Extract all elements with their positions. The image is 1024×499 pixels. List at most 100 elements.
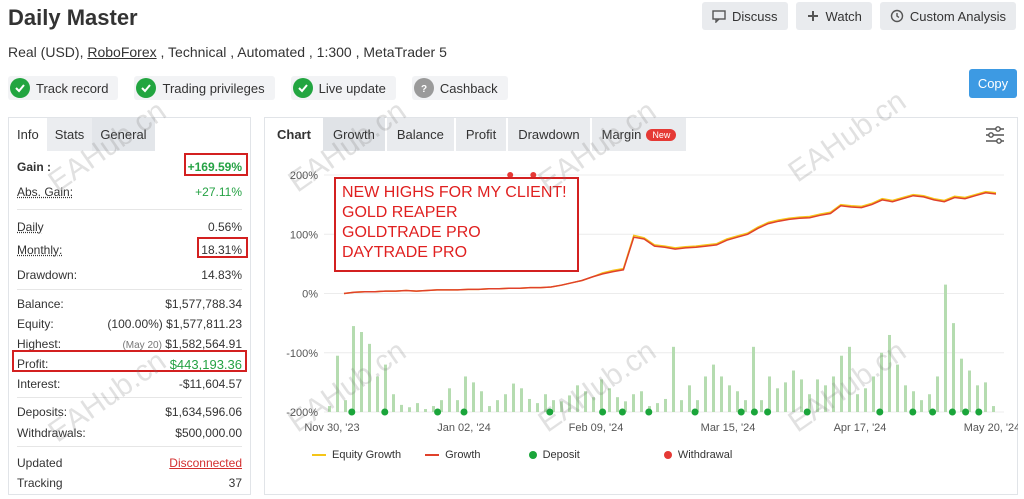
volume-bar	[992, 406, 995, 412]
subtitle-prefix: Real (USD),	[8, 44, 88, 60]
stat-label: Interest:	[17, 377, 61, 391]
volume-bar	[920, 400, 923, 412]
tab-margin[interactable]: Margin New	[591, 118, 687, 151]
deposit-marker	[803, 408, 811, 416]
check-icon	[136, 78, 157, 98]
chart-legend: Equity Growth Growth Deposit Withdrawal	[312, 449, 732, 461]
deposit-marker	[737, 408, 745, 416]
volume-bar	[888, 334, 891, 412]
tab-margin-label: Margin	[601, 127, 642, 142]
check-icon	[10, 78, 30, 98]
copy-button[interactable]: Copy	[969, 69, 1017, 98]
legend-label: Equity Growth	[332, 449, 402, 461]
volume-bar	[824, 385, 827, 412]
volume-bar	[688, 385, 691, 412]
page-title: Daily Master	[8, 5, 138, 30]
tab-profit[interactable]: Profit	[455, 118, 507, 151]
tab-drawdown[interactable]: Drawdown	[508, 118, 590, 151]
volume-bar	[968, 370, 971, 412]
stat-value[interactable]: Disconnected	[169, 456, 242, 470]
legend-deposit[interactable]: Deposit	[528, 449, 580, 461]
legend-equity-growth[interactable]: Equity Growth	[312, 449, 401, 461]
stat-value: -$11,604.57	[178, 377, 242, 391]
legend-growth[interactable]: Growth	[425, 449, 481, 461]
volume-bar	[976, 385, 979, 412]
volume-bar	[672, 346, 675, 412]
volume-bar	[944, 284, 947, 412]
deposit-marker	[546, 408, 554, 416]
x-tick-label: Nov 30, '23	[304, 422, 359, 434]
stat-label: Withdrawals:	[17, 426, 86, 440]
tab-info[interactable]: Info	[9, 118, 47, 151]
volume-bar	[368, 343, 371, 412]
tab-balance[interactable]: Balance	[386, 118, 454, 151]
volume-bar	[328, 406, 331, 412]
volume-bar	[632, 394, 635, 412]
volume-bar	[472, 382, 475, 412]
deposit-marker	[975, 408, 983, 416]
deposit-marker	[381, 408, 389, 416]
volume-bar	[536, 403, 539, 412]
badge-label: Live update	[318, 80, 386, 96]
chart-settings-icon[interactable]	[985, 126, 1005, 144]
volume-bar	[360, 332, 363, 412]
stats-panel: Info Stats General Gain : +169.59% Abs. …	[8, 117, 251, 495]
custom-analysis-button[interactable]: Custom Analysis	[879, 2, 1016, 30]
badge-track-record: Track record	[8, 76, 119, 100]
tab-stats[interactable]: Stats	[46, 118, 93, 151]
tab-general[interactable]: General	[92, 118, 155, 151]
badge-label: Cashback	[439, 80, 498, 96]
annotation-line: GOLDTRADE PRO	[342, 224, 481, 241]
plus-icon	[807, 11, 818, 21]
stat-label: Gain :	[17, 160, 52, 174]
tab-growth[interactable]: Growth	[322, 118, 385, 151]
volume-bar	[480, 391, 483, 412]
x-tick-label: Mar 15, '24	[701, 422, 756, 434]
svg-text:?: ?	[421, 84, 427, 94]
y-tick-label: -200%	[286, 407, 318, 419]
volume-bar	[768, 376, 771, 412]
stat-label: Highest:	[17, 337, 62, 351]
stat-interest: Interest: -$11,604.57	[17, 377, 242, 391]
annotation-line: DAYTRADE PRO	[342, 244, 468, 261]
x-tick-label: Feb 09, '24	[569, 422, 624, 434]
y-tick-label: 0%	[302, 289, 318, 301]
volume-bar	[336, 355, 339, 412]
volume-bar	[792, 370, 795, 412]
highlight-box	[197, 237, 248, 258]
highlight-box	[184, 153, 248, 176]
stat-label: Abs. Gain:	[17, 185, 74, 199]
deposit-marker	[691, 408, 699, 416]
chart-heading: Chart	[265, 118, 321, 151]
broker-link[interactable]: RoboForex	[87, 44, 156, 60]
volume-bar	[816, 379, 819, 412]
stat-value: $1,577,788.34	[165, 297, 242, 311]
volume-bar	[712, 364, 715, 412]
annotation-line: NEW HIGHS FOR MY CLIENT!	[342, 184, 567, 201]
discuss-button[interactable]: Discuss	[702, 2, 788, 30]
volume-bar	[952, 323, 955, 412]
deposit-marker	[460, 408, 468, 416]
clock-icon	[890, 9, 904, 23]
badge-cashback: ? Cashback	[411, 76, 508, 100]
volume-bar	[576, 385, 579, 412]
legend-withdrawal[interactable]: Withdrawal	[663, 449, 732, 461]
annotation-line: GOLD REAPER	[342, 204, 458, 221]
stat-value: $1,634,596.06	[165, 405, 242, 419]
legend-label: Deposit	[542, 449, 580, 461]
stat-prefix: (100.00%)	[107, 317, 163, 331]
highlight-box	[12, 350, 247, 372]
volume-bar	[520, 388, 523, 412]
volume-bar	[832, 376, 835, 412]
volume-bar	[720, 376, 723, 412]
stat-highest: Highest: (May 20) $1,582,564.91	[17, 337, 242, 351]
volume-bar	[784, 382, 787, 412]
stat-value: +27.11%	[195, 185, 242, 199]
new-badge: New	[646, 128, 677, 141]
help-icon: ?	[413, 78, 434, 98]
annotation-box: NEW HIGHS FOR MY CLIENT! GOLD REAPER GOL…	[334, 177, 579, 272]
watch-button[interactable]: Watch	[795, 2, 872, 30]
volume-bar	[600, 379, 603, 412]
stat-label: Drawdown:	[17, 268, 78, 282]
watch-label: Watch	[825, 8, 862, 24]
